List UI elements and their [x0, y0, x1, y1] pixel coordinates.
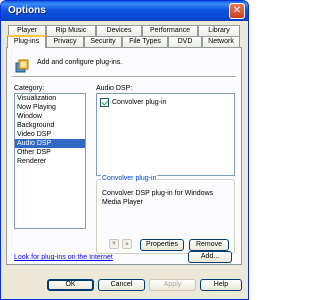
remove-button[interactable]: Remove — [189, 239, 229, 251]
category-item-background[interactable]: Background — [15, 121, 85, 130]
apply-button[interactable]: Apply — [149, 279, 196, 291]
plugin-enabled-checkbox[interactable] — [100, 97, 109, 107]
add-button[interactable]: Add... — [188, 251, 232, 263]
tab-performance[interactable]: Performance — [142, 25, 198, 36]
category-item-other-dsp[interactable]: Other DSP — [15, 148, 85, 157]
category-item-audio-dsp[interactable]: Audio DSP — [15, 139, 85, 148]
category-item-window[interactable]: Window — [15, 112, 85, 121]
description-title: Convolver plug-in — [101, 175, 158, 182]
tab-rip-music[interactable]: Rip Music — [46, 25, 96, 36]
plugin-item-label: Convolver plug-in — [112, 98, 167, 106]
plug-ins-panel: Add and configure plug-ins. Category: Vi… — [6, 47, 242, 265]
move-up-button[interactable]: ▲ — [122, 239, 132, 249]
category-item-now-playing[interactable]: Now Playing — [15, 103, 85, 112]
tab-library[interactable]: Library — [198, 25, 240, 36]
audio-dsp-label: Audio DSP: — [96, 85, 133, 92]
plugin-list-item[interactable]: Convolver plug-in — [100, 97, 166, 107]
description-text: Convolver DSP plug-in for Windows Media … — [102, 190, 214, 206]
properties-button[interactable]: Properties — [140, 239, 184, 251]
plugins-internet-link[interactable]: Look for plug-ins on the Internet — [14, 254, 113, 261]
category-item-renderer[interactable]: Renderer — [15, 157, 85, 166]
category-list[interactable]: Visualization Now Playing Window Backgro… — [14, 93, 86, 229]
tab-privacy[interactable]: Privacy — [46, 36, 84, 47]
help-button[interactable]: Help — [200, 279, 242, 291]
move-down-button[interactable]: ▼ — [109, 239, 119, 249]
tab-file-types[interactable]: File Types — [122, 36, 168, 47]
header-description: Add and configure plug-ins. — [37, 59, 123, 66]
header-divider — [12, 76, 236, 77]
tab-dvd[interactable]: DVD — [168, 36, 202, 47]
ok-button[interactable]: OK — [47, 279, 94, 291]
category-item-visualization[interactable]: Visualization — [15, 94, 85, 103]
description-group: Convolver plug-in Convolver DSP plug-in … — [96, 175, 235, 254]
tab-devices[interactable]: Devices — [96, 25, 142, 36]
audio-dsp-list[interactable]: Convolver plug-in — [96, 93, 235, 176]
options-window: Options ✕ Player Rip Music Devices Perfo… — [0, 0, 249, 300]
category-label: Category: — [14, 85, 45, 92]
close-button[interactable]: ✕ — [229, 3, 245, 19]
window-title: Options — [8, 5, 46, 16]
category-item-video-dsp[interactable]: Video DSP — [15, 130, 85, 139]
title-bar[interactable]: Options ✕ — [1, 1, 248, 21]
tab-plug-ins[interactable]: Plug-ins — [7, 35, 46, 48]
plugin-icon — [15, 59, 29, 73]
tab-security[interactable]: Security — [84, 36, 122, 47]
tab-network[interactable]: Network — [202, 36, 240, 47]
cancel-button[interactable]: Cancel — [98, 279, 145, 291]
